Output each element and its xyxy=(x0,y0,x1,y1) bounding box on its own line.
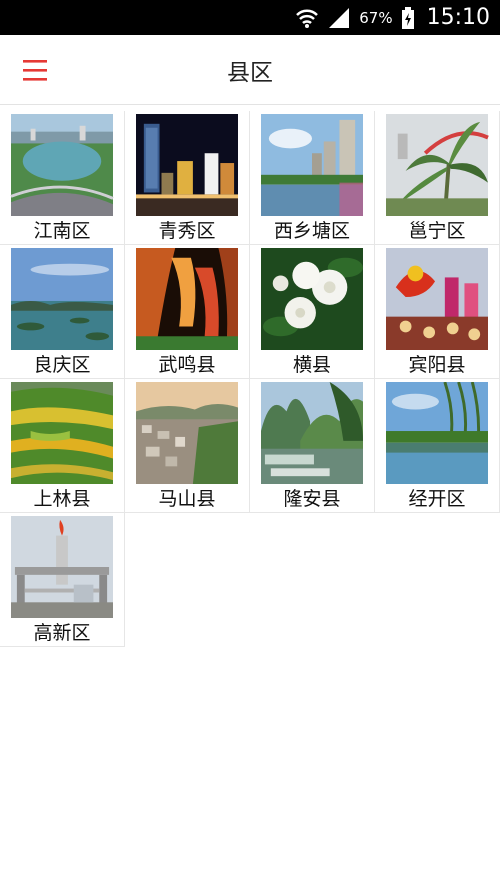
status-bar: 67% 15:10 xyxy=(0,0,500,35)
district-tile[interactable]: 良庆区 xyxy=(0,245,125,379)
terraced-fields-image xyxy=(11,382,113,484)
district-tile[interactable]: 马山县 xyxy=(125,379,250,513)
district-name: 邕宁区 xyxy=(408,220,466,242)
district-tile[interactable]: 西乡塘区 xyxy=(250,111,375,245)
district-tile[interactable]: 高新区 xyxy=(0,513,125,647)
lit-cave-image xyxy=(136,248,238,350)
district-name: 良庆区 xyxy=(33,354,91,376)
karst-river-image xyxy=(261,382,363,484)
lakeside-towers-image xyxy=(261,114,363,216)
district-tile[interactable]: 宾阳县 xyxy=(375,245,500,379)
district-name: 上林县 xyxy=(33,488,91,510)
wifi-icon xyxy=(295,7,319,29)
clock: 15:10 xyxy=(426,5,490,30)
town-valley-image xyxy=(136,382,238,484)
bridge-banana-tree-image xyxy=(386,114,489,216)
district-name: 马山县 xyxy=(158,488,216,510)
page-title: 县区 xyxy=(227,59,273,86)
district-name: 隆安县 xyxy=(283,488,341,510)
signal-icon xyxy=(327,7,351,29)
battery-icon xyxy=(401,6,415,29)
willow-pond-image xyxy=(386,382,488,484)
industrial-park-gate-image xyxy=(11,516,113,618)
district-tile[interactable]: 隆安县 xyxy=(250,379,375,513)
district-name: 横县 xyxy=(292,354,331,376)
dragon-festival-image xyxy=(386,248,488,350)
district-name: 经开区 xyxy=(408,488,466,510)
district-tile[interactable]: 武鸣县 xyxy=(125,245,250,379)
district-tile[interactable]: 江南区 xyxy=(0,111,125,245)
toolbar: 县区 xyxy=(0,35,500,105)
district-grid: 江南区 青秀区 西乡塘区 邕宁区 良庆区 武鸣县 横县 宾阳县 上林县 马山县 … xyxy=(0,111,500,647)
district-tile[interactable]: 邕宁区 xyxy=(375,111,500,245)
battery-percentage: 67% xyxy=(359,8,393,27)
district-name: 武鸣县 xyxy=(158,354,216,376)
lake-park-aerial-image xyxy=(10,114,114,216)
district-tile[interactable]: 横县 xyxy=(250,245,375,379)
jasmine-flowers-image xyxy=(261,248,363,350)
district-name: 青秀区 xyxy=(158,220,216,242)
district-name: 宾阳县 xyxy=(408,354,466,376)
district-tile[interactable]: 经开区 xyxy=(375,379,500,513)
district-name: 西乡塘区 xyxy=(273,220,350,242)
district-tile[interactable]: 上林县 xyxy=(0,379,125,513)
district-tile[interactable]: 青秀区 xyxy=(125,111,250,245)
district-name: 江南区 xyxy=(33,220,91,242)
hamburger-menu-icon[interactable] xyxy=(14,49,56,91)
district-name: 高新区 xyxy=(33,622,91,644)
lake-islands-image xyxy=(11,248,113,350)
city-night-skyline-image xyxy=(136,114,238,216)
